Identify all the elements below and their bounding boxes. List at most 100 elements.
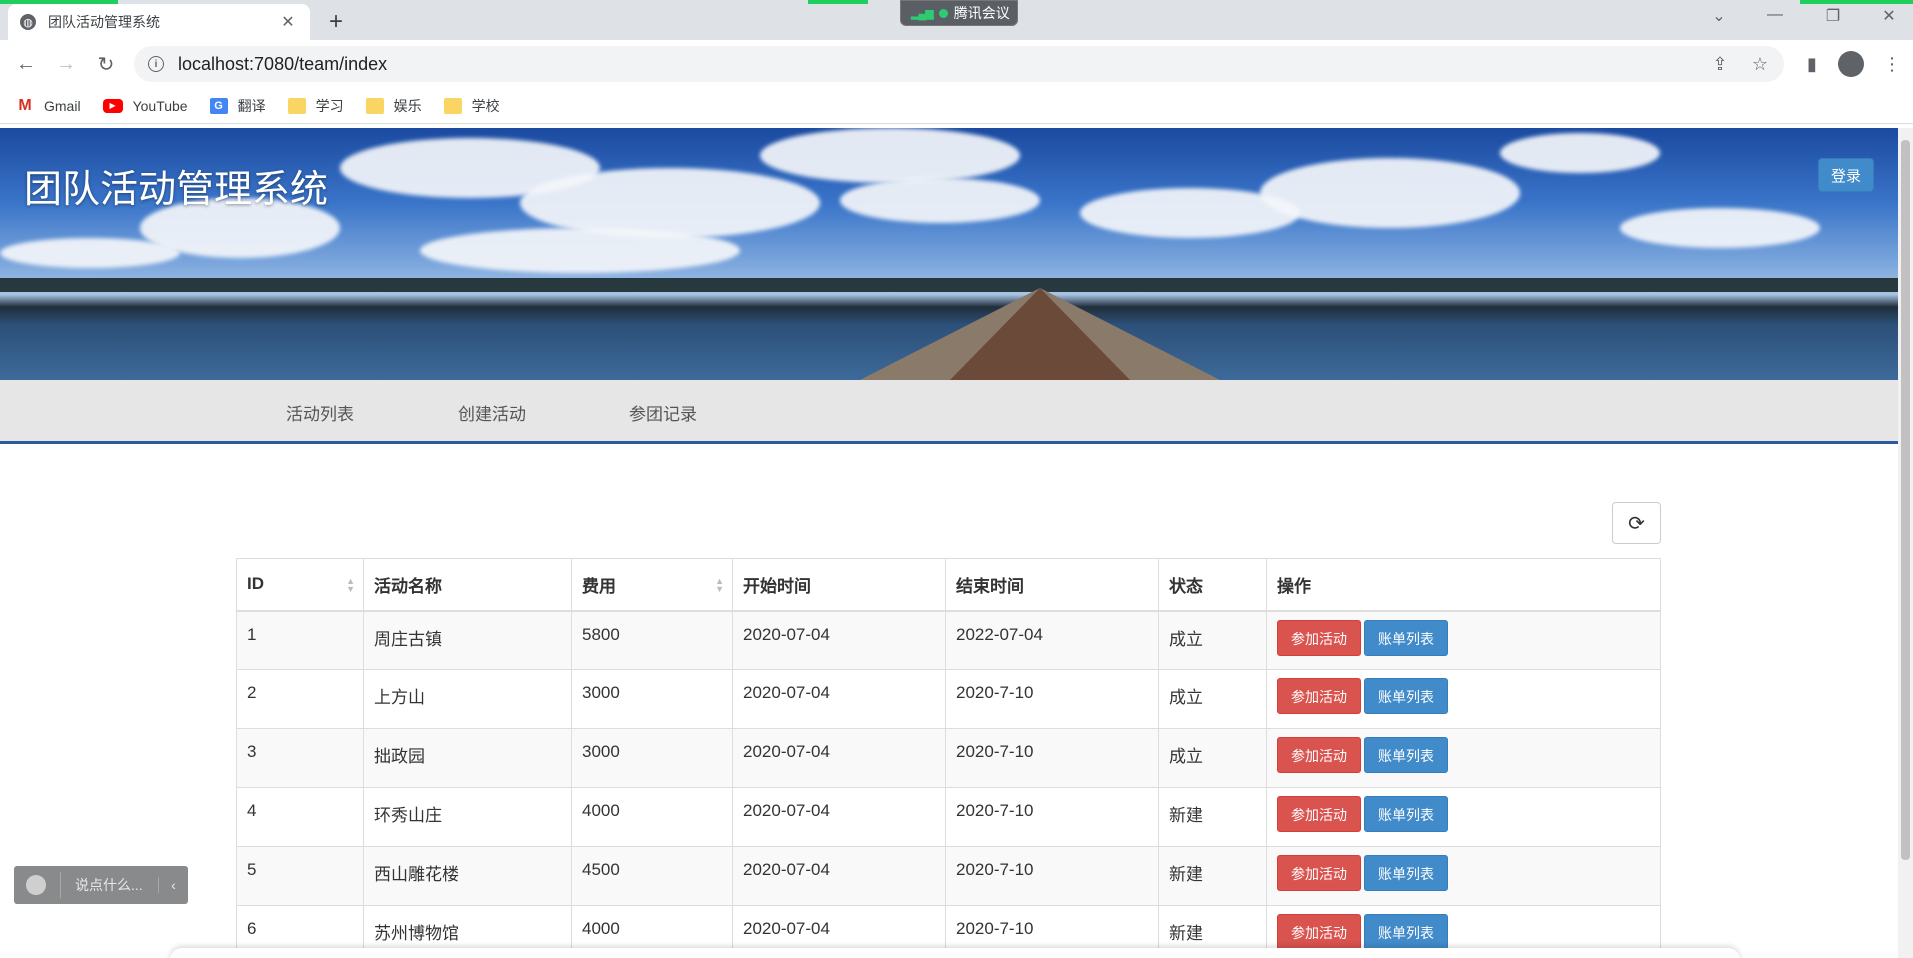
cell-name: 上方山	[363, 669, 572, 729]
cell-end: 2020-7-10	[945, 728, 1159, 788]
cell-end: 2020-7-10	[945, 787, 1159, 847]
column-header-cost[interactable]: 费用 ▲ ▼	[571, 558, 733, 612]
cell-status: 新建	[1158, 787, 1267, 847]
main-nav: 活动列表 创建活动 参团记录	[0, 380, 1898, 444]
tab-search-icon[interactable]: ⌄	[1704, 6, 1734, 26]
table-row: 5 西山雕花楼 4500 2020-07-04 2020-7-10 新建 参加活…	[236, 846, 1661, 906]
new-tab-button[interactable]: +	[322, 8, 350, 36]
chat-widget[interactable]: 说点什么... ‹	[14, 866, 188, 904]
cell-cost: 5800	[571, 610, 733, 670]
tab-strip: ◍ 团队活动管理系统 ✕ + ▂▄▆ 腾讯会议 ⌄ — ❐ ✕	[0, 0, 1913, 40]
join-activity-button[interactable]: 参加活动	[1277, 619, 1361, 656]
emoji-icon[interactable]	[26, 875, 46, 895]
bill-list-button[interactable]: 账单列表	[1364, 855, 1448, 891]
bookmark-label: 学习	[315, 97, 344, 114]
folder-icon	[287, 97, 306, 114]
side-panel-icon[interactable]: ▮	[1798, 50, 1826, 78]
cell-start: 2020-07-04	[732, 610, 946, 670]
reload-icon[interactable]: ↻	[92, 50, 120, 78]
profile-avatar[interactable]	[1838, 51, 1864, 77]
table-row: 2 上方山 3000 2020-07-04 2020-7-10 成立 参加活动账…	[236, 669, 1661, 729]
cell-start: 2020-07-04	[732, 846, 946, 906]
restore-icon[interactable]: ❐	[1818, 6, 1848, 26]
join-activity-button[interactable]: 参加活动	[1277, 678, 1361, 714]
column-header-status: 状态	[1158, 558, 1267, 612]
bill-list-button[interactable]: 账单列表	[1364, 796, 1448, 832]
cell-id: 1	[236, 610, 364, 670]
signal-icon: ▂▄▆	[911, 7, 934, 20]
cell-actions: 参加活动 账单列表	[1266, 787, 1661, 847]
bookmark-translate[interactable]: G 翻译	[209, 96, 266, 116]
join-activity-button[interactable]: 参加活动	[1277, 914, 1361, 950]
bookmark-folder-school[interactable]: 学校	[443, 96, 500, 116]
banner-cloud	[840, 178, 1040, 223]
chat-input[interactable]: 说点什么...	[75, 875, 158, 895]
banner-cloud	[760, 128, 1020, 183]
forward-icon[interactable]: →	[52, 50, 80, 78]
globe-icon: ◍	[20, 14, 36, 30]
column-header-name: 活动名称	[363, 558, 572, 612]
cell-start: 2020-07-04	[732, 787, 946, 847]
sort-icon[interactable]: ▲ ▼	[715, 577, 724, 594]
folder-icon	[365, 97, 384, 114]
cell-actions: 参加活动 账单列表	[1266, 610, 1661, 670]
url-text: localhost:7080/team/index	[178, 53, 388, 74]
join-activity-button[interactable]: 参加活动	[1277, 855, 1361, 891]
nav-item-join-records[interactable]: 参团记录	[629, 400, 697, 425]
bookmark-folder-fun[interactable]: 娱乐	[365, 96, 422, 116]
browser-toolbar: ← → ↻ i localhost:7080/team/index ⇪ ☆ ▮ …	[0, 40, 1913, 88]
cell-start: 2020-07-04	[732, 669, 946, 729]
cell-name: 环秀山庄	[363, 787, 572, 847]
banner-cloud	[420, 228, 740, 273]
cell-status: 新建	[1158, 846, 1267, 906]
refresh-icon: ⟳	[1628, 512, 1645, 535]
bill-list-button[interactable]: 账单列表	[1364, 914, 1448, 950]
cell-status: 成立	[1158, 728, 1267, 788]
meeting-indicator[interactable]: ▂▄▆ 腾讯会议	[900, 0, 1018, 26]
cell-cost: 4500	[571, 846, 733, 906]
site-info-icon[interactable]: i	[148, 56, 164, 72]
bookmark-label: YouTube	[132, 97, 188, 114]
bill-list-button[interactable]: 账单列表	[1364, 619, 1448, 656]
back-icon[interactable]: ←	[12, 50, 40, 78]
divider	[60, 872, 61, 898]
folder-icon	[443, 97, 462, 114]
collapse-chevron-icon[interactable]: ‹	[158, 877, 188, 893]
address-bar[interactable]: i localhost:7080/team/index	[134, 46, 1784, 82]
column-header-start: 开始时间	[732, 558, 946, 612]
minimize-icon[interactable]: —	[1760, 6, 1790, 24]
bookmark-star-icon[interactable]: ☆	[1746, 50, 1774, 78]
cell-cost: 3000	[571, 728, 733, 788]
column-header-end: 结束时间	[945, 558, 1159, 612]
bookmark-gmail[interactable]: M Gmail	[16, 97, 81, 114]
bookmark-folder-study[interactable]: 学习	[287, 96, 344, 116]
browser-tab[interactable]: ◍ 团队活动管理系统 ✕	[8, 4, 310, 40]
close-tab-icon[interactable]: ✕	[278, 12, 298, 32]
meeting-label: 腾讯会议	[953, 5, 1010, 21]
activity-table: ID ▲ ▼ 活动名称 费用 ▲ ▼ 开始时间 结束时间 状态 操作 1 周庄古镇 58…	[236, 558, 1661, 958]
bookmark-label: Gmail	[44, 97, 81, 114]
bookmarks-bar: M Gmail ▶ YouTube G 翻译 学习 娱乐 学校	[0, 88, 1913, 124]
refresh-button[interactable]: ⟳	[1612, 502, 1661, 544]
banner-cloud	[1620, 208, 1820, 248]
login-button[interactable]: 登录	[1818, 158, 1874, 192]
cell-actions: 参加活动 账单列表	[1266, 728, 1661, 788]
page-scrollbar[interactable]	[1898, 128, 1913, 958]
join-activity-button[interactable]: 参加活动	[1277, 737, 1361, 773]
menu-icon[interactable]: ⋮	[1878, 50, 1906, 78]
nav-item-activity-list[interactable]: 活动列表	[286, 400, 354, 425]
cell-end: 2022-07-04	[945, 610, 1159, 670]
table-row: 1 周庄古镇 5800 2020-07-04 2022-07-04 成立 参加活…	[236, 610, 1661, 670]
share-icon[interactable]: ⇪	[1706, 50, 1734, 78]
sort-icon[interactable]: ▲ ▼	[346, 577, 355, 594]
bill-list-button[interactable]: 账单列表	[1364, 678, 1448, 714]
column-header-id[interactable]: ID ▲ ▼	[236, 558, 364, 612]
join-activity-button[interactable]: 参加活动	[1277, 796, 1361, 832]
close-window-icon[interactable]: ✕	[1874, 6, 1904, 26]
bookmark-youtube[interactable]: ▶ YouTube	[102, 97, 188, 114]
scrollbar-thumb[interactable]	[1901, 140, 1910, 860]
bookmark-label: 娱乐	[393, 97, 422, 114]
bill-list-button[interactable]: 账单列表	[1364, 737, 1448, 773]
banner-cloud	[1500, 133, 1660, 173]
nav-item-create-activity[interactable]: 创建活动	[458, 400, 526, 425]
